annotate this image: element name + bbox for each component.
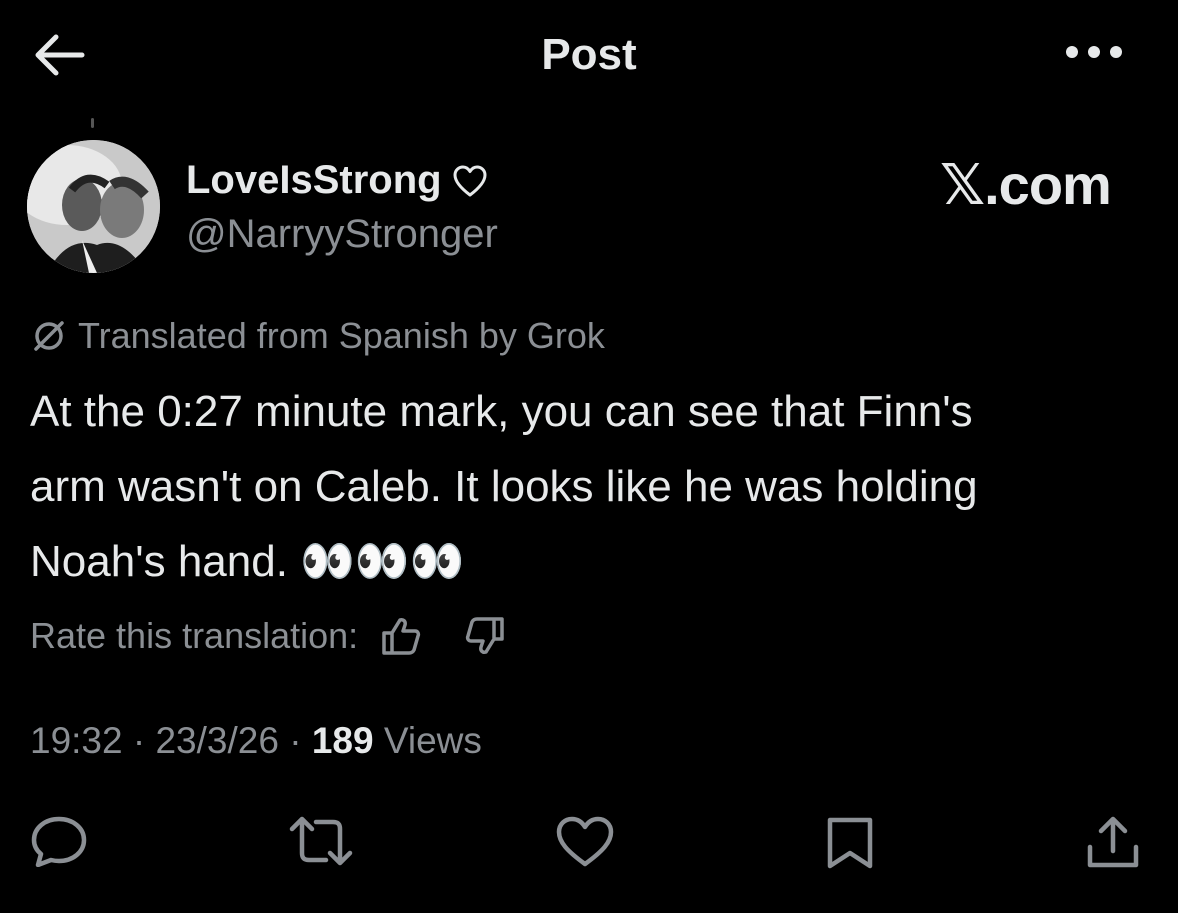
post-date: 23/3/26 (155, 720, 279, 761)
post-text-line: arm wasn't on Caleb. It looks like he wa… (30, 462, 978, 511)
separator: · (289, 720, 302, 761)
heart-outline-icon (452, 164, 488, 198)
rate-translation: Rate this translation: (30, 615, 506, 657)
thread-connector (91, 118, 94, 128)
post-text: At the 0:27 minute mark, you can see tha… (30, 374, 1155, 599)
translate-slash-icon (30, 317, 68, 355)
bookmark-icon[interactable] (825, 815, 875, 871)
user-handle[interactable]: @NarryyStronger (186, 212, 498, 257)
separator: · (132, 720, 146, 761)
like-icon[interactable] (555, 815, 615, 869)
display-name[interactable]: LoveIsStrong (186, 158, 488, 203)
views-count: 189 (311, 720, 374, 761)
watermark: 𝕏.com (940, 153, 1112, 216)
post-time: 19:32 (30, 720, 123, 761)
translation-note-text: Translated from Spanish by Grok (78, 315, 605, 356)
rate-translation-label: Rate this translation: (30, 615, 359, 656)
views-label[interactable]: Views (384, 720, 482, 761)
repost-icon[interactable] (288, 815, 354, 867)
page-title: Post (541, 30, 637, 79)
post-text-line: Noah's hand. 👀👀👀 (30, 537, 465, 586)
more-options-icon[interactable] (1064, 40, 1124, 64)
translation-note: Translated from Spanish by Grok (30, 315, 605, 357)
thumbs-down-icon[interactable] (464, 616, 506, 656)
post-text-line: At the 0:27 minute mark, you can see tha… (30, 387, 973, 436)
display-name-text: LoveIsStrong (186, 158, 442, 202)
avatar[interactable] (27, 140, 160, 273)
post-meta: 19:32 · 23/3/26 · 189 Views (30, 720, 482, 762)
reply-icon[interactable] (30, 815, 88, 867)
share-icon[interactable] (1085, 815, 1141, 871)
thumbs-up-icon[interactable] (380, 616, 422, 656)
